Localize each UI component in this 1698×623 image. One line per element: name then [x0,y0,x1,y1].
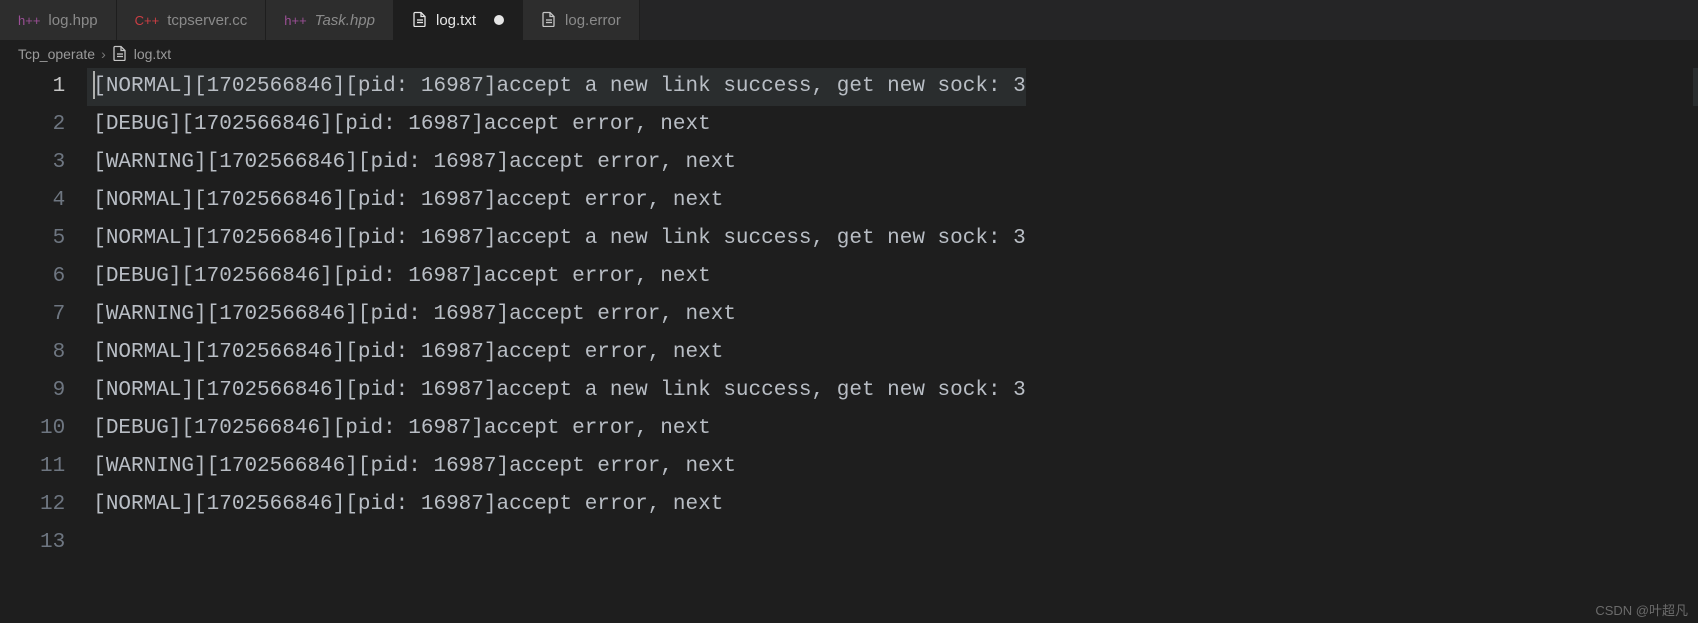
code-line[interactable]: [NORMAL][1702566846][pid: 16987]accept a… [93,220,1026,258]
tab-label: tcpserver.cc [167,12,247,29]
tab-label: log.hpp [48,12,97,29]
tab-tcpserver-cc[interactable]: C++ tcpserver.cc [117,0,267,40]
breadcrumb-separator: › [101,46,106,62]
code-line[interactable]: [WARNING][1702566846][pid: 16987]accept … [93,448,1026,486]
line-number: 3 [40,144,65,182]
editor-tabs: h++ log.hpp C++ tcpserver.cc h++ Task.hpp log.… [0,0,1698,40]
code-line[interactable]: [WARNING][1702566846][pid: 16987]accept … [93,144,1026,182]
line-number: 1 [40,68,65,106]
line-number: 6 [40,258,65,296]
code-line[interactable]: [DEBUG][1702566846][pid: 16987]accept er… [93,106,1026,144]
code-line[interactable]: [WARNING][1702566846][pid: 16987]accept … [93,296,1026,334]
code-line[interactable]: [DEBUG][1702566846][pid: 16987]accept er… [93,410,1026,448]
code-line[interactable]: [NORMAL][1702566846][pid: 16987]accept e… [93,334,1026,372]
code-line[interactable]: [DEBUG][1702566846][pid: 16987]accept er… [93,258,1026,296]
tab-label: log.error [565,12,621,29]
tab-log-hpp[interactable]: h++ log.hpp [0,0,117,40]
code-line[interactable]: [NORMAL][1702566846][pid: 16987]accept e… [93,486,1026,524]
line-number: 7 [40,296,65,334]
file-ext-label: h++ [18,13,40,28]
line-number: 11 [40,448,65,486]
line-number: 8 [40,334,65,372]
code-line[interactable]: [NORMAL][1702566846][pid: 16987]accept e… [93,182,1026,220]
breadcrumb[interactable]: Tcp_operate › log.txt [0,40,1698,68]
line-number-gutter: 12345678910111213 [0,68,93,562]
file-icon [112,45,128,64]
line-number: 10 [40,410,65,448]
tab-label: Task.hpp [315,12,375,29]
tab-Task-hpp[interactable]: h++ Task.hpp [266,0,394,40]
code-editor[interactable]: 12345678910111213 [NORMAL][1702566846][p… [0,68,1698,562]
line-number: 13 [40,524,65,562]
line-number: 9 [40,372,65,410]
file-icon [541,11,557,30]
code-line[interactable]: [NORMAL][1702566846][pid: 16987]accept a… [93,372,1026,410]
tab-label: log.txt [436,12,476,29]
text-cursor [93,71,95,99]
watermark: CSDN @叶超凡 [1595,600,1688,619]
breadcrumb-folder: Tcp_operate [18,46,95,62]
breadcrumb-file: log.txt [134,46,171,62]
file-ext-label: h++ [284,13,306,28]
code-content[interactable]: [NORMAL][1702566846][pid: 16987]accept a… [93,68,1026,562]
line-number: 12 [40,486,65,524]
line-number: 2 [40,106,65,144]
file-ext-label: C++ [135,13,160,28]
code-line[interactable] [93,524,1026,562]
dirty-indicator-icon [494,15,504,25]
line-number: 5 [40,220,65,258]
tab-log-txt[interactable]: log.txt [394,0,523,40]
line-number: 4 [40,182,65,220]
file-icon [412,11,428,30]
code-line[interactable]: [NORMAL][1702566846][pid: 16987]accept a… [93,68,1026,106]
tab-log-error[interactable]: log.error [523,0,640,40]
